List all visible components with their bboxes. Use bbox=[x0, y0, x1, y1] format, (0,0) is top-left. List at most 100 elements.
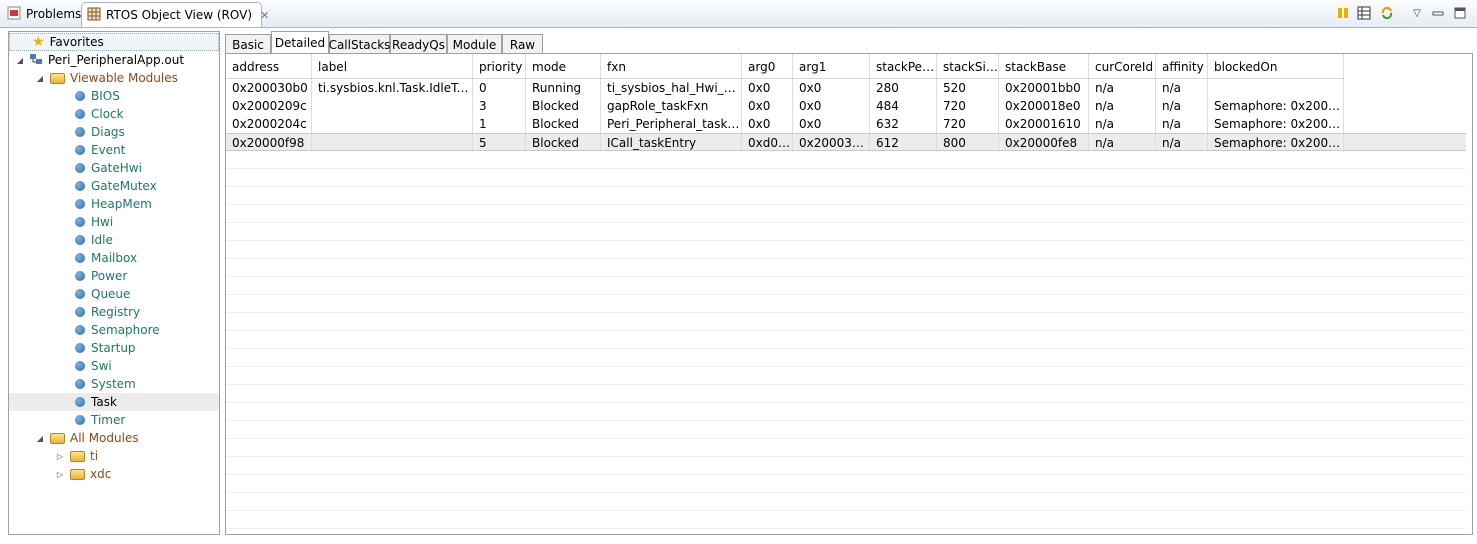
table-cell: 5 bbox=[473, 134, 526, 152]
tree-item-module[interactable]: Mailbox bbox=[9, 249, 219, 267]
tree-item-ti[interactable]: ▷ ti bbox=[9, 447, 219, 465]
module-label: Startup bbox=[91, 341, 136, 355]
module-icon bbox=[75, 325, 85, 335]
tree-item-module[interactable]: Registry bbox=[9, 303, 219, 321]
tree-item-favorites[interactable]: ★ Favorites bbox=[9, 33, 219, 51]
column-header[interactable]: stackPeak bbox=[870, 54, 937, 78]
module-icon bbox=[75, 163, 85, 173]
module-label: Mailbox bbox=[91, 251, 138, 265]
table-cell: 0x0 bbox=[742, 97, 793, 115]
collapsed-arrow-icon[interactable]: ▷ bbox=[55, 470, 65, 479]
tab-raw[interactable]: Raw bbox=[502, 34, 543, 54]
tree-item-module[interactable]: Event bbox=[9, 141, 219, 159]
tree-item-xdc[interactable]: ▷ xdc bbox=[9, 465, 219, 483]
column-header[interactable]: label bbox=[312, 54, 473, 78]
tree-item-module[interactable]: Semaphore bbox=[9, 321, 219, 339]
grid-line bbox=[226, 528, 1466, 529]
tree-item-module[interactable]: Task bbox=[9, 393, 219, 411]
table-cell: Running bbox=[526, 79, 601, 97]
expanded-arrow-icon[interactable]: ◢ bbox=[35, 434, 45, 443]
tree-item-module[interactable]: System bbox=[9, 375, 219, 393]
tree-item-module[interactable]: Timer bbox=[9, 411, 219, 429]
module-label: GateMutex bbox=[91, 179, 157, 193]
table-cell: 0x0 bbox=[742, 115, 793, 133]
tree-item-viewable-modules[interactable]: ◢ Viewable Modules bbox=[9, 69, 219, 87]
tab-problems[interactable]: Problems bbox=[2, 2, 81, 26]
table-row[interactable]: 0x20000f98 5 Blocked ICall_taskEntry 0xd001 0… bbox=[226, 133, 1466, 152]
expanded-arrow-icon[interactable]: ◢ bbox=[15, 56, 25, 65]
tree-item-module[interactable]: Diags bbox=[9, 123, 219, 141]
folder-open-icon bbox=[50, 432, 65, 444]
column-header[interactable]: mode bbox=[526, 54, 601, 78]
table-cell: n/a bbox=[1156, 79, 1208, 97]
table-cell: gapRole_taskFxn bbox=[601, 97, 742, 115]
grid-line bbox=[226, 456, 1466, 457]
column-header[interactable]: curCoreId bbox=[1089, 54, 1156, 78]
table-cell: 0x200018e0 bbox=[999, 97, 1089, 115]
tree-item-module[interactable]: Power bbox=[9, 267, 219, 285]
module-label: Queue bbox=[91, 287, 131, 301]
minimize-icon[interactable] bbox=[1430, 5, 1446, 21]
table-cell bbox=[312, 97, 473, 115]
maximize-icon[interactable] bbox=[1452, 5, 1468, 21]
tree-item-all-modules[interactable]: ◢ All Modules bbox=[9, 429, 219, 447]
tree-item-module[interactable]: Clock bbox=[9, 105, 219, 123]
grid-line bbox=[226, 222, 1466, 223]
tab-detailed[interactable]: Detailed bbox=[271, 31, 329, 54]
tree-item-module[interactable]: GateHwi bbox=[9, 159, 219, 177]
tree-item-module[interactable]: Idle bbox=[9, 231, 219, 249]
tab-basic[interactable]: Basic bbox=[225, 34, 271, 54]
table-cell: Peri_Peripheral_taskFxn bbox=[601, 115, 742, 133]
table-cell: n/a bbox=[1089, 97, 1156, 115]
table-row[interactable]: 0x2000209c 3 Blocked gapRole_taskFxn 0x0 0x0 4… bbox=[226, 97, 1466, 115]
tree-item-module[interactable]: GateMutex bbox=[9, 177, 219, 195]
collapsed-arrow-icon[interactable]: ▷ bbox=[55, 452, 65, 461]
tab-module[interactable]: Module bbox=[447, 34, 502, 54]
table-row[interactable]: 0x2000204c 1 Blocked Peri_Peripheral_taskFx… bbox=[226, 115, 1466, 133]
module-icon bbox=[75, 415, 85, 425]
table-row[interactable]: 0x200030b0 ti.sysbios.knl.Task.IdleTask 0 R… bbox=[226, 79, 1466, 97]
column-header[interactable]: affinity bbox=[1156, 54, 1208, 78]
tree-item-module[interactable]: Queue bbox=[9, 285, 219, 303]
tree-item-module[interactable]: HeapMem bbox=[9, 195, 219, 213]
view-menu-icon[interactable]: ▽ bbox=[1409, 5, 1425, 21]
column-header[interactable]: stackSize bbox=[937, 54, 999, 78]
table-cell: Semaphore: 0x20001460 bbox=[1208, 115, 1344, 133]
close-icon[interactable]: ✕ bbox=[260, 9, 269, 22]
module-label: GateHwi bbox=[91, 161, 142, 175]
module-icon bbox=[75, 379, 85, 389]
tree-item-module[interactable]: Startup bbox=[9, 339, 219, 357]
module-icon bbox=[75, 271, 85, 281]
tree-item-module[interactable]: Swi bbox=[9, 357, 219, 375]
column-header[interactable]: fxn bbox=[601, 54, 742, 78]
table-cell: 1 bbox=[473, 115, 526, 133]
column-header[interactable]: address bbox=[226, 54, 312, 78]
table-cell: 0x0 bbox=[793, 115, 870, 133]
tree-item-app[interactable]: ◢ Peri_PeripheralApp.out bbox=[9, 51, 219, 69]
module-label: System bbox=[91, 377, 136, 391]
tab-readyqs[interactable]: ReadyQs bbox=[390, 34, 447, 54]
column-header[interactable]: blockedOn bbox=[1208, 54, 1344, 78]
column-header[interactable]: priority bbox=[473, 54, 526, 78]
tree-item-module[interactable]: BIOS bbox=[9, 87, 219, 105]
tab-rtos-object-view[interactable]: RTOS Object View (ROV) ✕ bbox=[81, 2, 269, 27]
table-cell: Semaphore: 0x20001440 bbox=[1208, 97, 1344, 115]
table-cell: Blocked bbox=[526, 97, 601, 115]
module-icon bbox=[75, 109, 85, 119]
column-header[interactable]: arg0 bbox=[742, 54, 793, 78]
pause-icon[interactable] bbox=[1335, 5, 1351, 21]
tree-item-module[interactable]: Hwi bbox=[9, 213, 219, 231]
table-cell: 3 bbox=[473, 97, 526, 115]
tab-callstacks[interactable]: CallStacks bbox=[329, 34, 390, 54]
table-cell: ti.sysbios.knl.Task.IdleTask bbox=[312, 79, 473, 97]
table-view-icon[interactable] bbox=[1356, 5, 1372, 21]
refresh-icon[interactable] bbox=[1379, 5, 1395, 21]
module-icon bbox=[75, 289, 85, 299]
table-cell: n/a bbox=[1089, 134, 1156, 152]
grid-line bbox=[226, 186, 1466, 187]
column-header[interactable]: arg1 bbox=[793, 54, 870, 78]
grid-line bbox=[226, 294, 1466, 295]
module-label: Task bbox=[91, 395, 117, 409]
expanded-arrow-icon[interactable]: ◢ bbox=[35, 74, 45, 83]
column-header[interactable]: stackBase bbox=[999, 54, 1089, 78]
